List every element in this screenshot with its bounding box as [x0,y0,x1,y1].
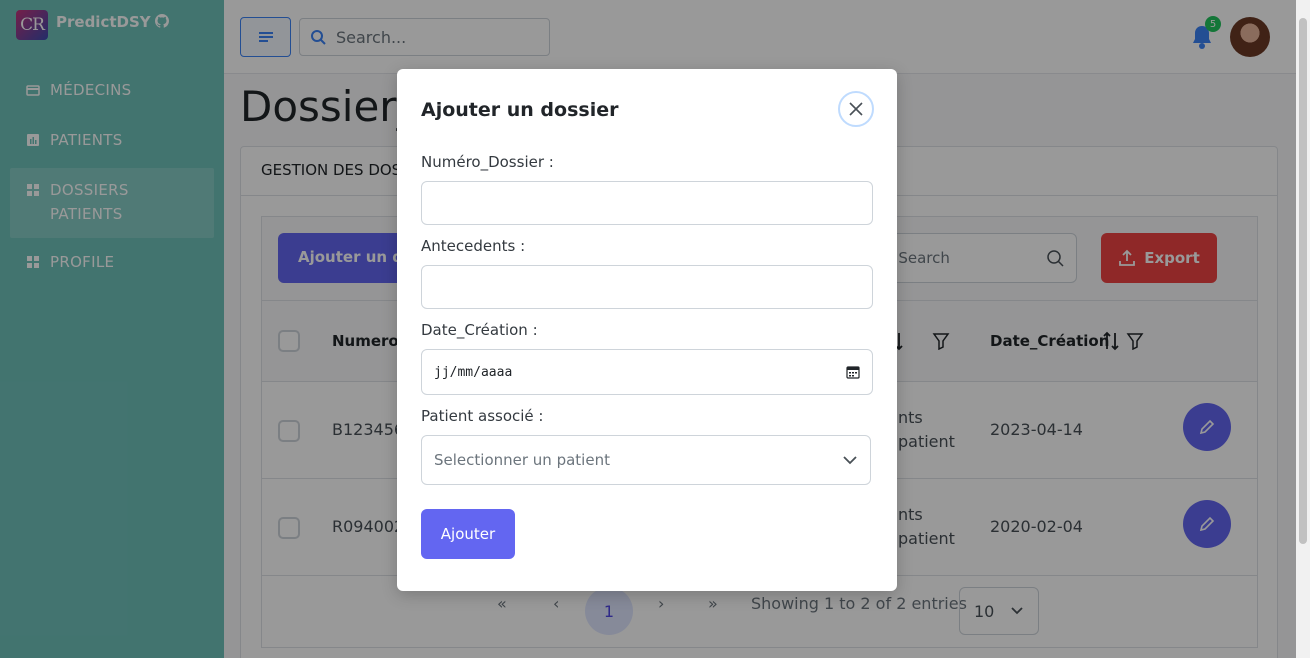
antecedents-input[interactable] [421,265,873,309]
modal-title: Ajouter un dossier [421,99,619,121]
page-scrollbar[interactable] [1296,0,1310,658]
close-button[interactable] [838,91,874,127]
scrollbar-thumb[interactable] [1299,18,1307,544]
date-creation-label: Date_Création : [421,321,538,339]
date-placeholder: jj/mm/aaaa [434,364,513,380]
add-dossier-modal: Ajouter un dossier Numéro_Dossier : Ante… [397,69,897,591]
patient-select-placeholder: Selectionner un patient [434,451,610,469]
antecedents-label: Antecedents : [421,237,526,255]
patient-associe-label: Patient associé : [421,407,544,425]
numero-dossier-input[interactable] [421,181,873,225]
chevron-down-icon [843,456,857,465]
date-creation-input[interactable]: jj/mm/aaaa [421,349,873,395]
patient-select[interactable]: Selectionner un patient [421,435,871,485]
numero-dossier-label: Numéro_Dossier : [421,153,554,171]
calendar-icon[interactable] [846,365,860,379]
close-icon [849,102,863,116]
submit-button[interactable]: Ajouter [421,509,515,559]
